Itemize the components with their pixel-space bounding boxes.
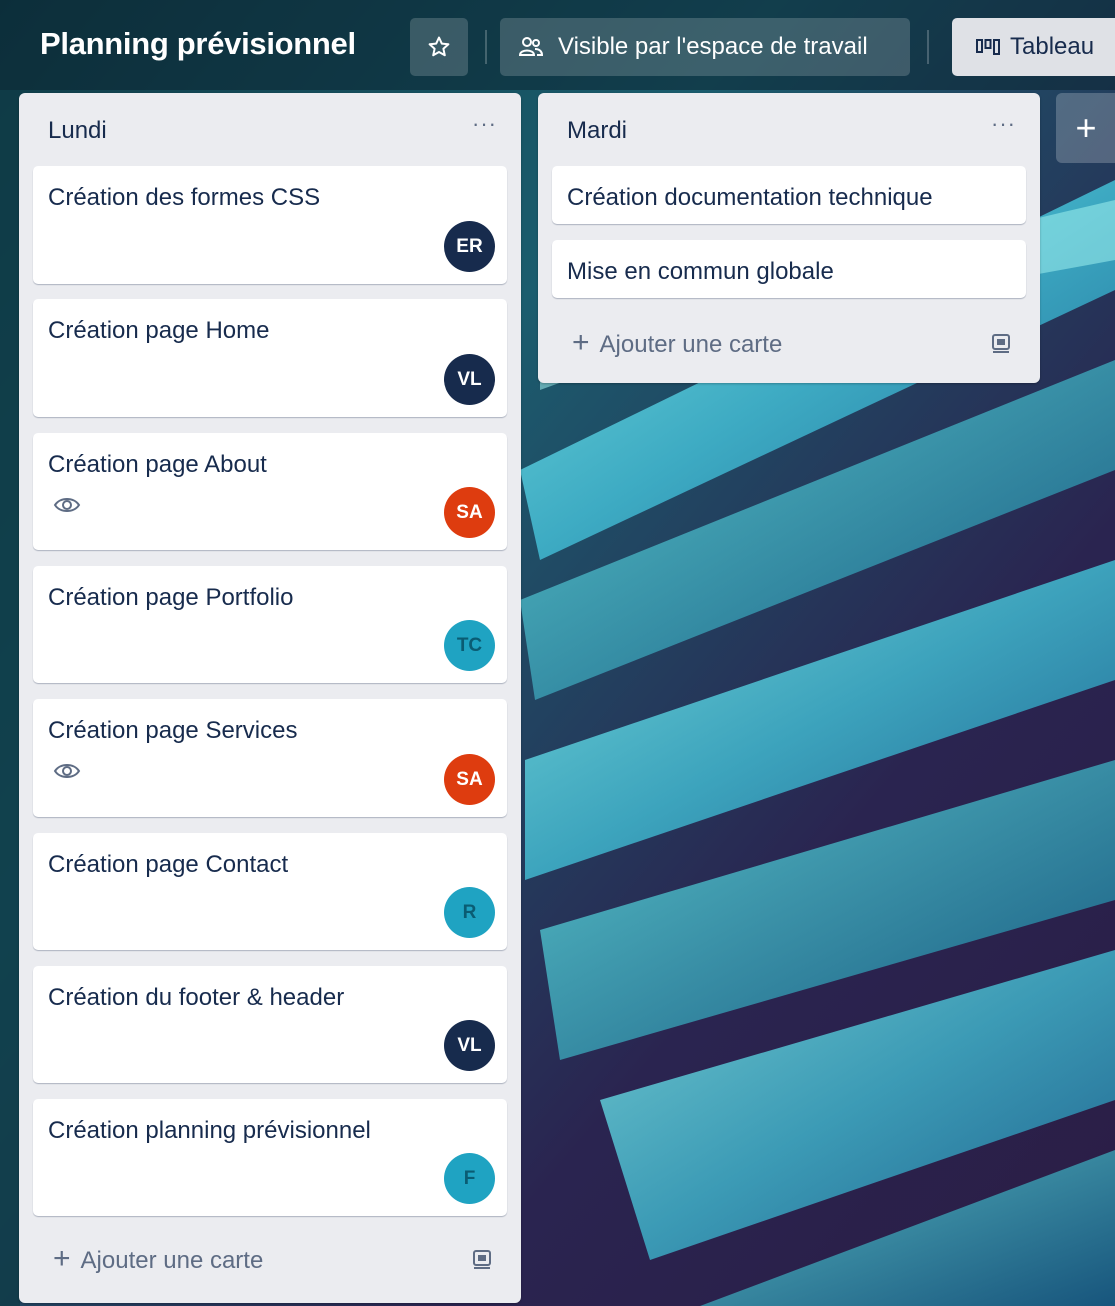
card[interactable]: Création documentation technique — [552, 166, 1026, 224]
list-lundi: Lundi ··· Création des formes CSS ER Cré… — [19, 93, 521, 1303]
member-avatar[interactable]: SA — [444, 754, 495, 805]
add-card-button[interactable]: + Ajouter une carte — [572, 326, 783, 360]
list-menu-button[interactable]: ··· — [991, 111, 1016, 137]
card[interactable]: Création du footer & header VL — [33, 966, 507, 1083]
plus-icon: + — [53, 1242, 71, 1275]
member-avatar[interactable]: ER — [444, 221, 495, 272]
card-title: Création page About — [48, 451, 267, 478]
member-avatar[interactable]: VL — [444, 1020, 495, 1071]
add-card-button[interactable]: + Ajouter une carte — [53, 1242, 264, 1276]
star-board-button[interactable] — [410, 18, 468, 76]
member-avatar[interactable]: R — [444, 887, 495, 938]
card[interactable]: Création page Services SA — [33, 699, 507, 817]
card-title: Création des formes CSS — [48, 184, 321, 211]
list-title[interactable]: Lundi — [48, 117, 107, 145]
add-card-label: Ajouter une carte — [599, 330, 783, 358]
header-divider — [485, 30, 487, 64]
header-divider — [927, 30, 929, 64]
card-template-icon[interactable] — [471, 1249, 493, 1271]
card[interactable]: Création page Home VL — [33, 299, 507, 417]
add-list-button[interactable]: + — [1056, 93, 1115, 163]
board-view-icon — [976, 39, 1000, 55]
card[interactable]: Création page About SA — [33, 433, 507, 550]
card-title: Création documentation technique — [567, 184, 933, 211]
plus-icon: + — [572, 326, 590, 359]
card[interactable]: Création planning prévisionnel F — [33, 1099, 507, 1216]
add-card-label: Ajouter une carte — [80, 1246, 264, 1274]
visibility-label: Visible par l'espace de travail — [558, 33, 868, 60]
star-icon — [428, 36, 450, 57]
board-header: Planning prévisionnel Visible par l'espa… — [0, 18, 1115, 78]
visibility-button[interactable]: Visible par l'espace de travail — [500, 18, 910, 76]
list-menu-button[interactable]: ··· — [472, 111, 497, 137]
card-title: Mise en commun globale — [567, 258, 834, 285]
member-avatar[interactable]: TC — [444, 620, 495, 671]
card-title: Création page Portfolio — [48, 584, 294, 611]
list-mardi: Mardi ··· Création documentation techniq… — [538, 93, 1040, 383]
card-title: Création page Contact — [48, 851, 289, 878]
people-icon — [518, 35, 544, 59]
member-avatar[interactable]: SA — [444, 487, 495, 538]
card-title: Création planning prévisionnel — [48, 1117, 371, 1144]
card[interactable]: Création page Contact R — [33, 833, 507, 950]
board-title[interactable]: Planning prévisionnel — [40, 26, 356, 62]
card-title: Création du footer & header — [48, 984, 345, 1011]
card[interactable]: Création page Portfolio TC — [33, 566, 507, 683]
board-view-label: Tableau — [1010, 33, 1095, 60]
card-template-icon[interactable] — [990, 333, 1012, 355]
card[interactable]: Création des formes CSS ER — [33, 166, 507, 284]
member-avatar[interactable]: VL — [444, 354, 495, 405]
list-title[interactable]: Mardi — [567, 117, 627, 145]
board-view-button[interactable]: Tableau — [952, 18, 1115, 76]
member-avatar[interactable]: F — [444, 1153, 495, 1204]
card-title: Création page Services — [48, 717, 298, 744]
eye-icon — [53, 761, 81, 781]
card[interactable]: Mise en commun globale — [552, 240, 1026, 298]
card-title: Création page Home — [48, 317, 270, 344]
eye-icon — [53, 495, 81, 515]
